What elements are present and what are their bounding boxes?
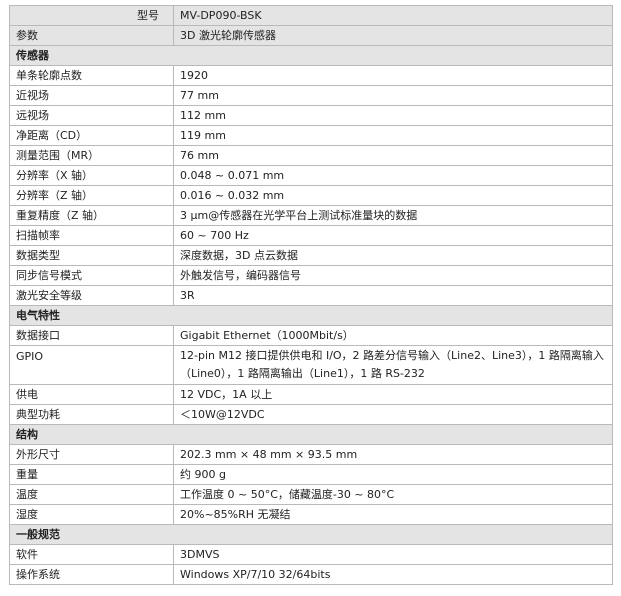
row-key: 数据类型 — [9, 245, 174, 266]
table-row: 净距离（CD） 119 mm — [9, 125, 613, 146]
section-title: 结构 — [9, 424, 613, 445]
row-value: 60 ~ 700 Hz — [173, 225, 613, 246]
row-value: 3 μm@传感器在光学平台上测试标准量块的数据 — [173, 205, 613, 226]
table-row: 单条轮廓点数 1920 — [9, 65, 613, 86]
row-key: 扫描帧率 — [9, 225, 174, 246]
spec-table: 型号 MV-DP090-BSK 参数 3D 激光轮廓传感器 传感器 单条轮廓点数… — [9, 5, 613, 585]
section-title: 一般规范 — [9, 524, 613, 545]
table-row: 扫描帧率 60 ~ 700 Hz — [9, 225, 613, 246]
section-title: 传感器 — [9, 45, 613, 66]
row-value: Windows XP/7/10 32/64bits — [173, 564, 613, 585]
row-key: 供电 — [9, 384, 174, 405]
table-row: 操作系统 Windows XP/7/10 32/64bits — [9, 564, 613, 585]
section-title: 电气特性 — [9, 305, 613, 326]
row-key: 测量范围（MR） — [9, 145, 174, 166]
row-value: 0.016 ~ 0.032 mm — [173, 185, 613, 206]
row-value: 119 mm — [173, 125, 613, 146]
row-key: 数据接口 — [9, 325, 174, 346]
row-key: 外形尺寸 — [9, 444, 174, 465]
row-value: 202.3 mm × 48 mm × 93.5 mm — [173, 444, 613, 465]
table-row: GPIO 12-pin M12 接口提供供电和 I/O，2 路差分信号输入（Lin… — [9, 345, 613, 385]
section-header: 电气特性 — [9, 305, 613, 326]
table-row: 远视场 112 mm — [9, 105, 613, 126]
section-header: 结构 — [9, 424, 613, 445]
row-key: 分辨率（Z 轴） — [9, 185, 174, 206]
section-header: 传感器 — [9, 45, 613, 66]
row-value: 77 mm — [173, 85, 613, 106]
table-row: 外形尺寸 202.3 mm × 48 mm × 93.5 mm — [9, 444, 613, 465]
row-key: 同步信号模式 — [9, 265, 174, 286]
table-row: 重复精度（Z 轴） 3 μm@传感器在光学平台上测试标准量块的数据 — [9, 205, 613, 226]
row-value: 3DMVS — [173, 544, 613, 565]
table-row: 软件 3DMVS — [9, 544, 613, 565]
table-row: 近视场 77 mm — [9, 85, 613, 106]
row-key: 重复精度（Z 轴） — [9, 205, 174, 226]
row-value: 12-pin M12 接口提供供电和 I/O，2 路差分信号输入（Line2、L… — [173, 345, 613, 385]
row-value: ＜10W@12VDC — [173, 404, 613, 425]
row-value: 外触发信号，编码器信号 — [173, 265, 613, 286]
row-value: 1920 — [173, 65, 613, 86]
row-value: 约 900 g — [173, 464, 613, 485]
row-value: 3R — [173, 285, 613, 306]
table-row: 重量约 900 g — [9, 464, 613, 485]
table-row: 数据类型 深度数据，3D 点云数据 — [9, 245, 613, 266]
row-key: GPIO — [9, 345, 174, 385]
row-value: 112 mm — [173, 105, 613, 126]
row-key: 操作系统 — [9, 564, 174, 585]
param-value: 3D 激光轮廓传感器 — [173, 25, 613, 46]
row-key: 典型功耗 — [9, 404, 174, 425]
row-key: 湿度 — [9, 504, 174, 525]
table-row: 典型功耗 ＜10W@12VDC — [9, 404, 613, 425]
table-row: 温度 工作温度 0 ~ 50°C，储藏温度-30 ~ 80°C — [9, 484, 613, 505]
row-key: 分辨率（X 轴） — [9, 165, 174, 186]
row-key: 单条轮廓点数 — [9, 65, 174, 86]
param-row: 参数 3D 激光轮廓传感器 — [9, 25, 613, 46]
row-key: 重量 — [9, 464, 174, 485]
row-value: 0.048 ~ 0.071 mm — [173, 165, 613, 186]
row-key: 激光安全等级 — [9, 285, 174, 306]
model-label: 型号 — [9, 5, 174, 26]
section-header: 一般规范 — [9, 524, 613, 545]
row-key: 软件 — [9, 544, 174, 565]
table-row: 测量范围（MR） 76 mm — [9, 145, 613, 166]
table-row: 湿度 20%~85%RH 无凝结 — [9, 504, 613, 525]
table-row: 数据接口 Gigabit Ethernet（1000Mbit/s） — [9, 325, 613, 346]
row-value: 12 VDC，1A 以上 — [173, 384, 613, 405]
model-value: MV-DP090-BSK — [173, 5, 613, 26]
row-key: 近视场 — [9, 85, 174, 106]
row-key: 净距离（CD） — [9, 125, 174, 146]
row-key: 远视场 — [9, 105, 174, 126]
row-value: 76 mm — [173, 145, 613, 166]
model-row: 型号 MV-DP090-BSK — [9, 5, 613, 26]
table-row: 激光安全等级 3R — [9, 285, 613, 306]
param-label: 参数 — [9, 25, 174, 46]
table-row: 供电 12 VDC，1A 以上 — [9, 384, 613, 405]
row-value: Gigabit Ethernet（1000Mbit/s） — [173, 325, 613, 346]
table-row: 分辨率（Z 轴） 0.016 ~ 0.032 mm — [9, 185, 613, 206]
row-value: 20%~85%RH 无凝结 — [173, 504, 613, 525]
row-value: 工作温度 0 ~ 50°C，储藏温度-30 ~ 80°C — [173, 484, 613, 505]
row-key: 温度 — [9, 484, 174, 505]
table-row: 分辨率（X 轴） 0.048 ~ 0.071 mm — [9, 165, 613, 186]
table-row: 同步信号模式 外触发信号，编码器信号 — [9, 265, 613, 286]
row-value: 深度数据，3D 点云数据 — [173, 245, 613, 266]
